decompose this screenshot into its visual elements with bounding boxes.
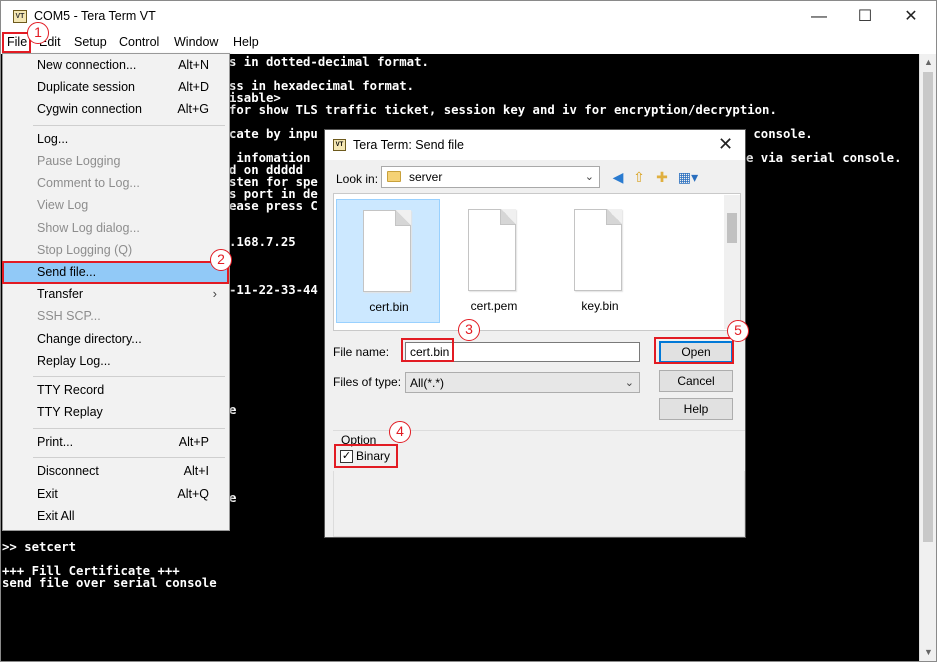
annotation-badge-4: 4 <box>389 421 411 443</box>
minimize-button[interactable]: — <box>796 1 842 32</box>
menu-setup[interactable]: Setup <box>74 35 107 49</box>
look-in-dropdown[interactable]: server ⌄ <box>381 166 600 188</box>
annotation-box-binary <box>334 444 398 468</box>
annotation-box-file-name <box>401 338 454 362</box>
files-of-type-label: Files of type: <box>333 375 402 389</box>
dialog-title: Tera Term: Send file <box>353 138 464 152</box>
menu-item-change-directory[interactable]: Change directory... <box>3 329 229 351</box>
file-list[interactable]: cert.bin cert.pem key.bin <box>333 193 741 331</box>
menu-item-tty-replay[interactable]: TTY Replay <box>3 402 229 424</box>
scrollbar-thumb[interactable] <box>727 213 737 243</box>
menu-item-ssh-scp: SSH SCP... <box>37 309 101 323</box>
annotation-box-send-file <box>2 261 229 284</box>
annotation-badge-3: 3 <box>458 319 480 341</box>
menu-item-exit-all[interactable]: Exit All <box>3 506 229 528</box>
menu-separator <box>33 125 225 126</box>
menu-item-exit[interactable]: Exit Alt+Q <box>3 484 229 506</box>
view-menu-icon[interactable]: ▦▾ <box>676 168 700 186</box>
menu-item-replay-log[interactable]: Replay Log... <box>3 351 229 373</box>
back-icon[interactable]: ◀ <box>609 168 627 186</box>
dialog-close-button[interactable]: ✕ <box>718 134 733 155</box>
folder-icon <box>387 171 401 182</box>
annotation-box-open <box>654 337 734 364</box>
send-file-dialog: VT Tera Term: Send file ✕ Look in: serve… <box>324 129 746 538</box>
menu-item-comment-to-log: Comment to Log... <box>37 176 140 190</box>
menu-item-pause-logging: Pause Logging <box>37 154 121 168</box>
menu-bar: File Edit Setup Control Window Help <box>1 32 936 53</box>
window-title: COM5 - Tera Term VT <box>34 9 156 23</box>
menu-item-new-connection[interactable]: New connection... Alt+N <box>3 55 229 77</box>
terminal-line: -11-22-33-44 <box>229 283 318 297</box>
annotation-badge-2: 2 <box>210 249 232 271</box>
menu-item-transfer[interactable]: Transfer › <box>3 284 229 306</box>
file-list-scrollbar[interactable] <box>724 195 740 329</box>
terminal-line: >> setcert <box>2 540 77 554</box>
menu-item-duplicate-session[interactable]: Duplicate session Alt+D <box>3 77 229 99</box>
menu-item-disconnect[interactable]: Disconnect Alt+I <box>3 461 229 483</box>
terminal-line: for show TLS traffic ticket, session key… <box>229 103 777 117</box>
terminal-line: e <box>229 491 237 505</box>
menu-item-show-log-dialog: Show Log dialog... <box>37 221 140 235</box>
menu-item-log[interactable]: Log... <box>3 129 229 151</box>
close-button[interactable]: ✕ <box>888 1 934 32</box>
file-menu-dropdown: New connection... Alt+N Duplicate session… <box>2 53 230 531</box>
cancel-button[interactable]: Cancel <box>659 370 733 392</box>
look-in-value: server <box>409 170 443 184</box>
look-in-label: Look in: <box>336 172 379 186</box>
menu-item-tty-record[interactable]: TTY Record <box>3 380 229 402</box>
terminal-line: send file over serial console <box>2 576 217 590</box>
maximize-button[interactable]: ☐ <box>842 1 888 32</box>
terminal-line: cate by inpu <box>229 127 318 141</box>
menu-help[interactable]: Help <box>233 35 259 49</box>
up-folder-icon[interactable]: ⇧ <box>630 168 648 186</box>
menu-separator <box>33 428 225 429</box>
terminal-line: e via serial console. <box>746 151 902 165</box>
menu-separator <box>33 457 225 458</box>
option-panel <box>333 471 745 537</box>
submenu-arrow-icon: › <box>212 286 217 301</box>
menu-item-cygwin-connection[interactable]: Cygwin connection Alt+G <box>3 99 229 121</box>
terminal-line: ease press C <box>229 199 318 213</box>
help-button[interactable]: Help <box>659 398 733 420</box>
files-of-type-dropdown[interactable]: All(*.*) ⌄ <box>405 372 640 393</box>
terminal-line: s in dotted-decimal format. <box>229 55 429 69</box>
tera-term-dialog-icon: VT <box>333 139 346 151</box>
file-item-cert-pem[interactable]: cert.pem <box>442 199 546 323</box>
menu-separator <box>33 376 225 377</box>
scroll-down-icon[interactable]: ▼ <box>924 647 933 657</box>
document-icon <box>363 210 411 292</box>
document-icon <box>468 209 516 291</box>
scroll-up-icon[interactable]: ▲ <box>924 57 933 67</box>
menu-control[interactable]: Control <box>119 35 159 49</box>
file-name-label: File name: <box>333 345 390 359</box>
new-folder-icon[interactable]: ✚ <box>653 168 671 186</box>
title-bar: VT COM5 - Tera Term VT — ☐ ✕ <box>1 1 936 32</box>
terminal-scrollbar[interactable]: ▲ ▼ <box>919 54 936 661</box>
menu-item-view-log: View Log <box>37 198 89 212</box>
menu-item-stop-logging: Stop Logging (Q) <box>37 243 133 257</box>
chevron-down-icon: ⌄ <box>584 171 594 183</box>
terminal-line: console. <box>746 127 813 141</box>
dialog-title-bar: VT Tera Term: Send file ✕ <box>325 130 745 160</box>
chevron-down-icon: ⌄ <box>624 377 634 389</box>
tera-term-window: VT COM5 - Tera Term VT — ☐ ✕ File Edit S… <box>0 0 937 662</box>
terminal-line: e <box>229 403 237 417</box>
menu-window[interactable]: Window <box>174 35 218 49</box>
annotation-badge-5: 5 <box>727 320 749 342</box>
tera-term-app-icon: VT <box>13 10 27 23</box>
annotation-badge-1: 1 <box>27 22 49 44</box>
scrollbar-thumb[interactable] <box>923 72 933 542</box>
file-item-cert-bin[interactable]: cert.bin <box>336 199 440 323</box>
menu-item-print[interactable]: Print... Alt+P <box>3 432 229 454</box>
document-icon <box>574 209 622 291</box>
file-item-key-bin[interactable]: key.bin <box>548 199 652 323</box>
terminal-line: .168.7.25 <box>229 235 296 249</box>
